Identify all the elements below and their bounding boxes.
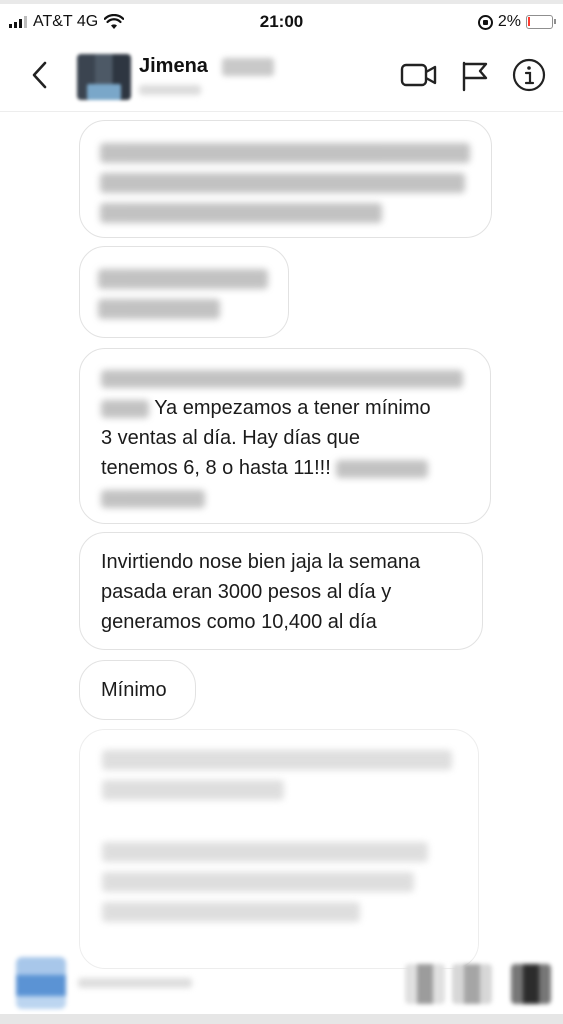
- info-icon[interactable]: [512, 58, 546, 92]
- contact-lastname-redacted: [222, 58, 274, 76]
- back-chevron-icon[interactable]: [28, 60, 52, 90]
- top-edge: [0, 0, 563, 4]
- chat-header: Jimena: [0, 40, 563, 112]
- message-text: Ya empezamos a tener mínimo 3 ventas al …: [101, 363, 490, 513]
- message-bubble-redacted[interactable]: [79, 246, 289, 338]
- message-bubble-redacted[interactable]: [79, 120, 492, 238]
- camera-button[interactable]: [16, 957, 66, 1009]
- message-bubble-redacted[interactable]: [79, 729, 479, 969]
- message-text: Invirtiendo nose bien jaja la semana pas…: [101, 551, 421, 633]
- message-list[interactable]: Ya empezamos a tener mínimo 3 ventas al …: [0, 112, 563, 969]
- message-bubble[interactable]: Ya empezamos a tener mínimo 3 ventas al …: [79, 348, 491, 524]
- microphone-icon[interactable]: [405, 964, 445, 1004]
- flag-icon[interactable]: [460, 60, 490, 92]
- contact-name[interactable]: Jimena: [139, 55, 208, 78]
- status-bar: AT&T 4G 21:00 2%: [0, 6, 563, 40]
- message-bubble[interactable]: Invirtiendo nose bien jaja la semana pas…: [79, 532, 483, 650]
- contact-username-redacted: [139, 85, 201, 95]
- battery-percent: 2%: [497, 13, 521, 30]
- status-right: 2%: [477, 13, 556, 31]
- message-input[interactable]: [78, 978, 192, 988]
- sticker-icon[interactable]: [511, 964, 551, 1004]
- battery-icon: [526, 15, 556, 29]
- bottom-edge: [0, 1014, 563, 1024]
- message-bubble[interactable]: Mínimo: [79, 660, 196, 720]
- video-call-icon[interactable]: [400, 60, 438, 90]
- gallery-icon[interactable]: [452, 964, 492, 1004]
- orientation-lock-icon: [477, 14, 493, 30]
- contact-avatar[interactable]: [77, 54, 131, 100]
- message-text: Mínimo: [101, 679, 167, 701]
- chat-screen: AT&T 4G 21:00 2% Jimena Ya empezamos a t…: [0, 0, 563, 1024]
